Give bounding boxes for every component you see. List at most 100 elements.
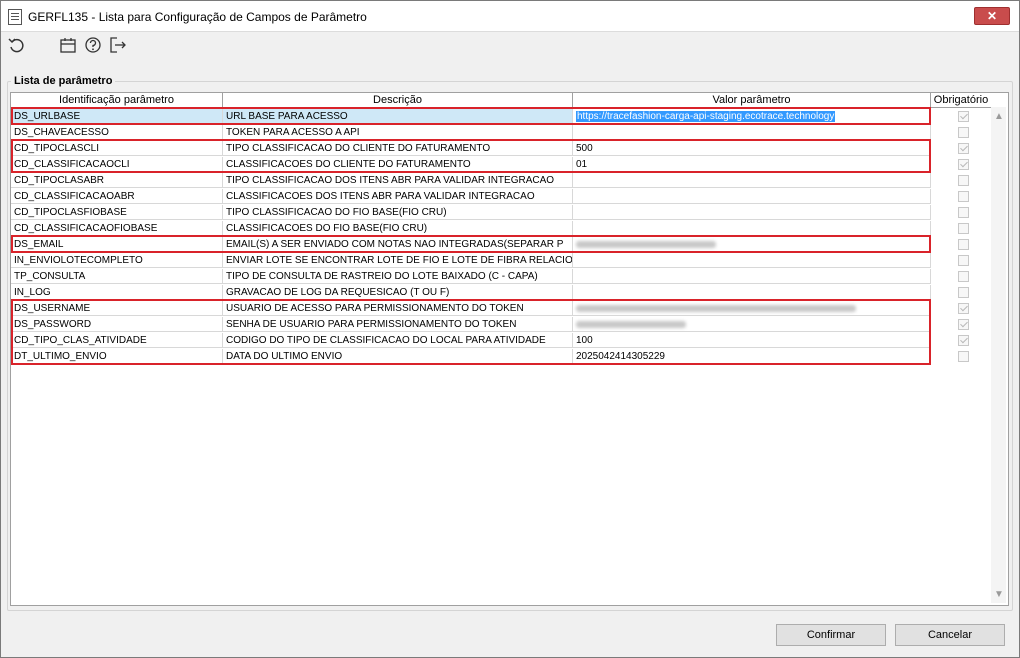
table-row[interactable]: CD_CLASSIFICACAOCLI CLASSIFICACOES DO CLI…: [11, 157, 969, 173]
cell-identificacao[interactable]: CD_TIPOCLASABR: [11, 173, 223, 188]
obrigatorio-checkbox[interactable]: [958, 143, 969, 154]
table-row[interactable]: DS_EMAIL EMAIL(S) A SER ENVIADO COM NOTAS…: [11, 237, 969, 253]
scroll-up-icon[interactable]: ▲: [994, 111, 1004, 122]
obrigatorio-checkbox[interactable]: [958, 335, 969, 346]
table-row[interactable]: CD_TIPOCLASABR TIPO CLASSIFICACAO DOS ITE…: [11, 173, 969, 189]
cell-identificacao[interactable]: CD_TIPO_CLAS_ATIVIDADE: [11, 333, 223, 348]
table-row[interactable]: DT_ULTIMO_ENVIO DATA DO ULTIMO ENVIO 20250…: [11, 349, 969, 365]
obrigatorio-checkbox[interactable]: [958, 351, 969, 362]
cell-valor[interactable]: [573, 205, 931, 220]
cell-descricao[interactable]: CLASSIFICACOES DO CLIENTE DO FATURAMENTO: [223, 157, 573, 172]
confirm-button[interactable]: Confirmar: [776, 624, 886, 646]
cell-valor[interactable]: [573, 189, 931, 204]
obrigatorio-checkbox[interactable]: [958, 175, 969, 186]
cell-identificacao[interactable]: DS_USERNAME: [11, 301, 223, 316]
obrigatorio-checkbox[interactable]: [958, 207, 969, 218]
cell-descricao[interactable]: ENVIAR LOTE SE ENCONTRAR LOTE DE FIO E L…: [223, 253, 573, 268]
parameter-grid: Identificação parâmetro Descrição Valor …: [10, 92, 1009, 606]
obrigatorio-checkbox[interactable]: [958, 287, 969, 298]
header-descricao[interactable]: Descrição: [223, 93, 573, 108]
close-button[interactable]: ✕: [974, 7, 1010, 25]
window-title: GERFL135 - Lista para Configuração de Ca…: [28, 10, 367, 24]
cell-descricao[interactable]: TIPO CLASSIFICACAO DO FIO BASE(FIO CRU): [223, 205, 573, 220]
exit-icon[interactable]: [108, 35, 128, 55]
cell-valor[interactable]: [573, 301, 931, 316]
cell-descricao[interactable]: EMAIL(S) A SER ENVIADO COM NOTAS NAO INT…: [223, 237, 573, 252]
table-row[interactable]: DS_CHAVEACESSO TOKEN PARA ACESSO A API: [11, 125, 969, 141]
redacted-value: [576, 321, 686, 328]
cell-identificacao[interactable]: CD_CLASSIFICACAOFIOBASE: [11, 221, 223, 236]
table-row[interactable]: CD_TIPO_CLAS_ATIVIDADE CODIGO DO TIPO DE …: [11, 333, 969, 349]
cell-identificacao[interactable]: CD_TIPOCLASFIOBASE: [11, 205, 223, 220]
cell-descricao[interactable]: CODIGO DO TIPO DE CLASSIFICACAO DO LOCAL…: [223, 333, 573, 348]
table-row[interactable]: DS_PASSWORD SENHA DE USUARIO PARA PERMISS…: [11, 317, 969, 333]
calendar-icon[interactable]: [58, 35, 78, 55]
cell-valor[interactable]: [573, 125, 931, 140]
cell-valor[interactable]: 01: [573, 157, 931, 172]
cell-valor[interactable]: [573, 317, 931, 332]
obrigatorio-checkbox[interactable]: [958, 191, 969, 202]
obrigatorio-checkbox[interactable]: [958, 255, 969, 266]
cell-descricao[interactable]: CLASSIFICACOES DOS ITENS ABR PARA VALIDA…: [223, 189, 573, 204]
obrigatorio-checkbox[interactable]: [958, 111, 969, 122]
cell-valor[interactable]: [573, 285, 931, 300]
cell-identificacao[interactable]: IN_LOG: [11, 285, 223, 300]
table-row[interactable]: IN_LOG GRAVACAO DE LOG DA REQUESICAO (T O…: [11, 285, 969, 301]
redacted-value: [576, 241, 716, 248]
table-row[interactable]: DS_URLBASE URL BASE PARA ACESSO https://tr…: [11, 109, 969, 125]
header-identificacao[interactable]: Identificação parâmetro: [11, 93, 223, 108]
cell-descricao[interactable]: TIPO CLASSIFICACAO DO CLIENTE DO FATURAM…: [223, 141, 573, 156]
cell-valor[interactable]: 20250424143052​29: [573, 349, 931, 364]
obrigatorio-checkbox[interactable]: [958, 319, 969, 330]
table-row[interactable]: CD_CLASSIFICACAOFIOBASE CLASSIFICACOES DO…: [11, 221, 969, 237]
cell-identificacao[interactable]: TP_CONSULTA: [11, 269, 223, 284]
cell-descricao[interactable]: TIPO CLASSIFICACAO DOS ITENS ABR PARA VA…: [223, 173, 573, 188]
cell-valor[interactable]: [573, 173, 931, 188]
help-icon[interactable]: [83, 35, 103, 55]
cell-valor[interactable]: [573, 253, 931, 268]
obrigatorio-checkbox[interactable]: [958, 239, 969, 250]
cell-descricao[interactable]: USUARIO DE ACESSO PARA PERMISSIONAMENTO …: [223, 301, 573, 316]
cell-identificacao[interactable]: CD_CLASSIFICACAOCLI: [11, 157, 223, 172]
cell-valor[interactable]: 500: [573, 141, 931, 156]
cell-descricao[interactable]: GRAVACAO DE LOG DA REQUESICAO (T OU F): [223, 285, 573, 300]
obrigatorio-checkbox[interactable]: [958, 159, 969, 170]
cell-identificacao[interactable]: DS_EMAIL: [11, 237, 223, 252]
table-row[interactable]: CD_TIPOCLASFIOBASE TIPO CLASSIFICACAO DO …: [11, 205, 969, 221]
cell-descricao[interactable]: SENHA DE USUARIO PARA PERMISSIONAMENTO D…: [223, 317, 573, 332]
obrigatorio-checkbox[interactable]: [958, 127, 969, 138]
cell-valor[interactable]: https://tracefashion-carga-api-staging.e…: [573, 109, 931, 124]
vertical-scrollbar[interactable]: [991, 107, 1006, 603]
header-obrigatorio[interactable]: Obrigatório: [931, 93, 991, 108]
cell-valor[interactable]: [573, 221, 931, 236]
cancel-button[interactable]: Cancelar: [895, 624, 1005, 646]
table-row[interactable]: IN_ENVIOLOTECOMPLETO ENVIAR LOTE SE ENCON…: [11, 253, 969, 269]
cell-identificacao[interactable]: CD_CLASSIFICACAOABR: [11, 189, 223, 204]
cell-valor-text: 01: [576, 159, 588, 170]
cell-identificacao[interactable]: DT_ULTIMO_ENVIO: [11, 349, 223, 364]
header-valor[interactable]: Valor parâmetro: [573, 93, 931, 108]
cell-descricao[interactable]: CLASSIFICACOES DO FIO BASE(FIO CRU): [223, 221, 573, 236]
table-row[interactable]: TP_CONSULTA TIPO DE CONSULTA DE RASTREIO …: [11, 269, 969, 285]
cell-identificacao[interactable]: IN_ENVIOLOTECOMPLETO: [11, 253, 223, 268]
refresh-icon[interactable]: [7, 35, 27, 55]
cell-valor[interactable]: 100: [573, 333, 931, 348]
cell-valor[interactable]: [573, 269, 931, 284]
obrigatorio-checkbox[interactable]: [958, 303, 969, 314]
cell-valor[interactable]: [573, 237, 931, 252]
obrigatorio-checkbox[interactable]: [958, 223, 969, 234]
scroll-down-icon[interactable]: ▼: [994, 589, 1004, 600]
cell-descricao[interactable]: DATA DO ULTIMO ENVIO: [223, 349, 573, 364]
table-row[interactable]: CD_TIPOCLASCLI TIPO CLASSIFICACAO DO CLIE…: [11, 141, 969, 157]
obrigatorio-checkbox[interactable]: [958, 271, 969, 282]
cell-identificacao[interactable]: CD_TIPOCLASCLI: [11, 141, 223, 156]
cell-descricao[interactable]: TIPO DE CONSULTA DE RASTREIO DO LOTE BAI…: [223, 269, 573, 284]
table-row[interactable]: CD_CLASSIFICACAOABR CLASSIFICACOES DOS IT…: [11, 189, 969, 205]
cell-descricao[interactable]: TOKEN PARA ACESSO A API: [223, 125, 573, 140]
cell-descricao[interactable]: URL BASE PARA ACESSO: [223, 109, 573, 124]
cell-identificacao[interactable]: DS_CHAVEACESSO: [11, 125, 223, 140]
group-title: Lista de parâmetro: [11, 75, 116, 87]
cell-identificacao[interactable]: DS_URLBASE: [11, 109, 223, 124]
table-row[interactable]: DS_USERNAME USUARIO DE ACESSO PARA PERMIS…: [11, 301, 969, 317]
cell-identificacao[interactable]: DS_PASSWORD: [11, 317, 223, 332]
